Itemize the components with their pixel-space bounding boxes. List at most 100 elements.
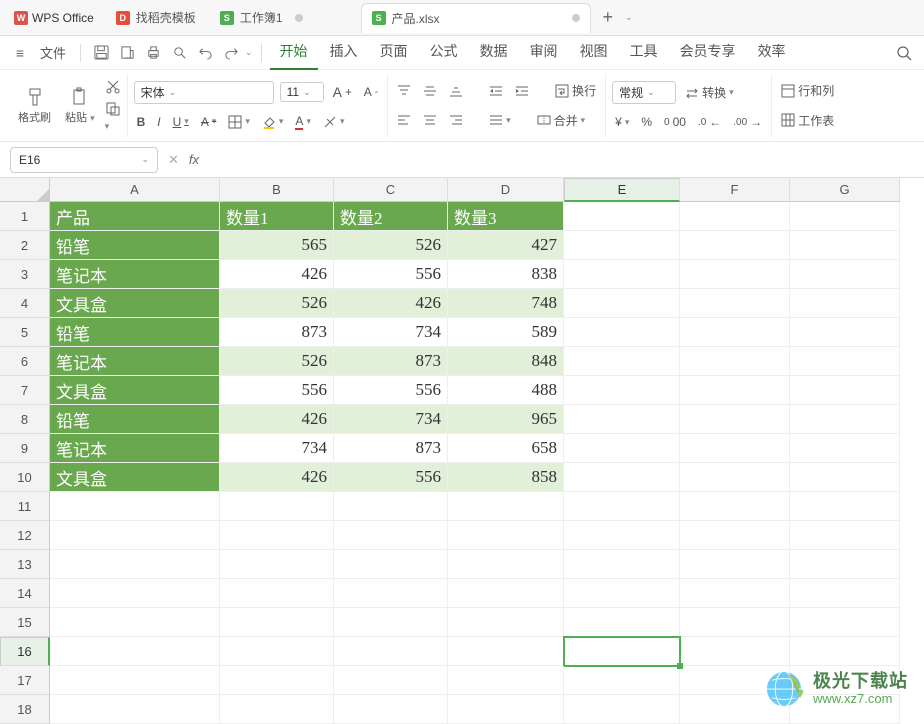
cell[interactable]: 589: [448, 318, 564, 347]
cell[interactable]: 556: [334, 376, 448, 405]
cell[interactable]: 427: [448, 231, 564, 260]
cell[interactable]: [50, 550, 220, 579]
row-header[interactable]: 6: [0, 347, 50, 376]
print-icon[interactable]: [141, 41, 165, 65]
cell[interactable]: [448, 637, 564, 666]
cell[interactable]: [790, 463, 900, 492]
cell[interactable]: [680, 405, 790, 434]
cell[interactable]: [564, 579, 680, 608]
comma-button[interactable]: 000: [661, 114, 689, 130]
search-icon[interactable]: [892, 41, 916, 65]
align-left-icon[interactable]: [394, 112, 414, 128]
align-right-icon[interactable]: [446, 112, 466, 128]
clear-format-icon[interactable]: ▾: [320, 114, 348, 130]
increase-indent-icon[interactable]: [512, 83, 532, 99]
tab-templates[interactable]: D 找稻壳模板: [106, 3, 206, 33]
name-box[interactable]: E16 ⌄: [10, 147, 158, 173]
undo-icon[interactable]: [193, 41, 217, 65]
cell[interactable]: [220, 608, 334, 637]
cell[interactable]: 文具盒: [50, 289, 220, 318]
cell[interactable]: [564, 202, 680, 231]
cell[interactable]: [334, 550, 448, 579]
worksheet-button[interactable]: 工作表: [778, 111, 837, 130]
cell[interactable]: [50, 492, 220, 521]
cell[interactable]: 526: [220, 347, 334, 376]
cell[interactable]: [50, 521, 220, 550]
increase-decimal-icon[interactable]: .0←: [695, 114, 724, 130]
cell[interactable]: 873: [220, 318, 334, 347]
cell[interactable]: 965: [448, 405, 564, 434]
cell[interactable]: [50, 579, 220, 608]
cell[interactable]: [790, 579, 900, 608]
cell[interactable]: 笔记本: [50, 347, 220, 376]
decrease-font-icon[interactable]: A-: [361, 84, 381, 100]
cell[interactable]: 数量3: [448, 202, 564, 231]
cell[interactable]: [448, 492, 564, 521]
row-header[interactable]: 18: [0, 695, 50, 724]
redo-icon[interactable]: [219, 41, 243, 65]
tab-list-dropdown[interactable]: ⌄: [625, 12, 633, 23]
cell[interactable]: [790, 289, 900, 318]
cell[interactable]: 铅笔: [50, 318, 220, 347]
strike-button[interactable]: A ▾: [198, 114, 220, 130]
cell[interactable]: [680, 579, 790, 608]
font-color-button[interactable]: A▾: [292, 113, 314, 131]
cell[interactable]: 556: [220, 376, 334, 405]
column-header[interactable]: A: [50, 178, 220, 202]
cell[interactable]: 556: [334, 463, 448, 492]
cell[interactable]: 873: [334, 347, 448, 376]
cell[interactable]: [334, 666, 448, 695]
row-header[interactable]: 10: [0, 463, 50, 492]
bold-button[interactable]: B: [134, 114, 149, 130]
row-header[interactable]: 4: [0, 289, 50, 318]
cell[interactable]: [564, 289, 680, 318]
cell[interactable]: [564, 376, 680, 405]
cell[interactable]: [790, 376, 900, 405]
number-format-select[interactable]: 常规⌄: [612, 81, 676, 104]
cell[interactable]: [564, 550, 680, 579]
percent-button[interactable]: %: [638, 114, 655, 130]
row-header[interactable]: 2: [0, 231, 50, 260]
italic-button[interactable]: I: [154, 114, 163, 130]
cell[interactable]: [564, 608, 680, 637]
ribbon-tab-数据[interactable]: 数据: [470, 35, 518, 70]
cell[interactable]: [564, 405, 680, 434]
cell[interactable]: [790, 608, 900, 637]
row-header[interactable]: 14: [0, 579, 50, 608]
cell[interactable]: [564, 637, 680, 666]
cell[interactable]: [790, 231, 900, 260]
cell[interactable]: [564, 260, 680, 289]
cut-icon[interactable]: [105, 79, 121, 95]
cell[interactable]: 数量2: [334, 202, 448, 231]
fx-icon[interactable]: fx: [189, 152, 199, 167]
cell[interactable]: [680, 289, 790, 318]
cell[interactable]: [790, 260, 900, 289]
cell[interactable]: [680, 608, 790, 637]
cell[interactable]: [50, 637, 220, 666]
cell[interactable]: 526: [334, 231, 448, 260]
cell[interactable]: [564, 666, 680, 695]
row-header[interactable]: 11: [0, 492, 50, 521]
cell[interactable]: 488: [448, 376, 564, 405]
justify-icon[interactable]: ▾: [486, 112, 514, 128]
cell[interactable]: [790, 637, 900, 666]
cell[interactable]: [790, 521, 900, 550]
cell[interactable]: [448, 521, 564, 550]
align-top-icon[interactable]: [394, 83, 414, 99]
cell[interactable]: [564, 434, 680, 463]
underline-button[interactable]: U ▾: [170, 114, 192, 130]
cell[interactable]: [220, 637, 334, 666]
ribbon-tab-页面[interactable]: 页面: [370, 35, 418, 70]
hamburger-icon[interactable]: ≡: [8, 41, 32, 65]
cell[interactable]: [334, 695, 448, 724]
column-header[interactable]: D: [448, 178, 564, 202]
cell[interactable]: [680, 318, 790, 347]
row-header[interactable]: 8: [0, 405, 50, 434]
column-header[interactable]: F: [680, 178, 790, 202]
convert-button[interactable]: 转换 ▾: [682, 83, 737, 102]
cell[interactable]: [50, 666, 220, 695]
row-header[interactable]: 13: [0, 550, 50, 579]
cell[interactable]: [448, 579, 564, 608]
merge-button[interactable]: 合并 ▾: [534, 111, 589, 130]
cell[interactable]: 产品: [50, 202, 220, 231]
